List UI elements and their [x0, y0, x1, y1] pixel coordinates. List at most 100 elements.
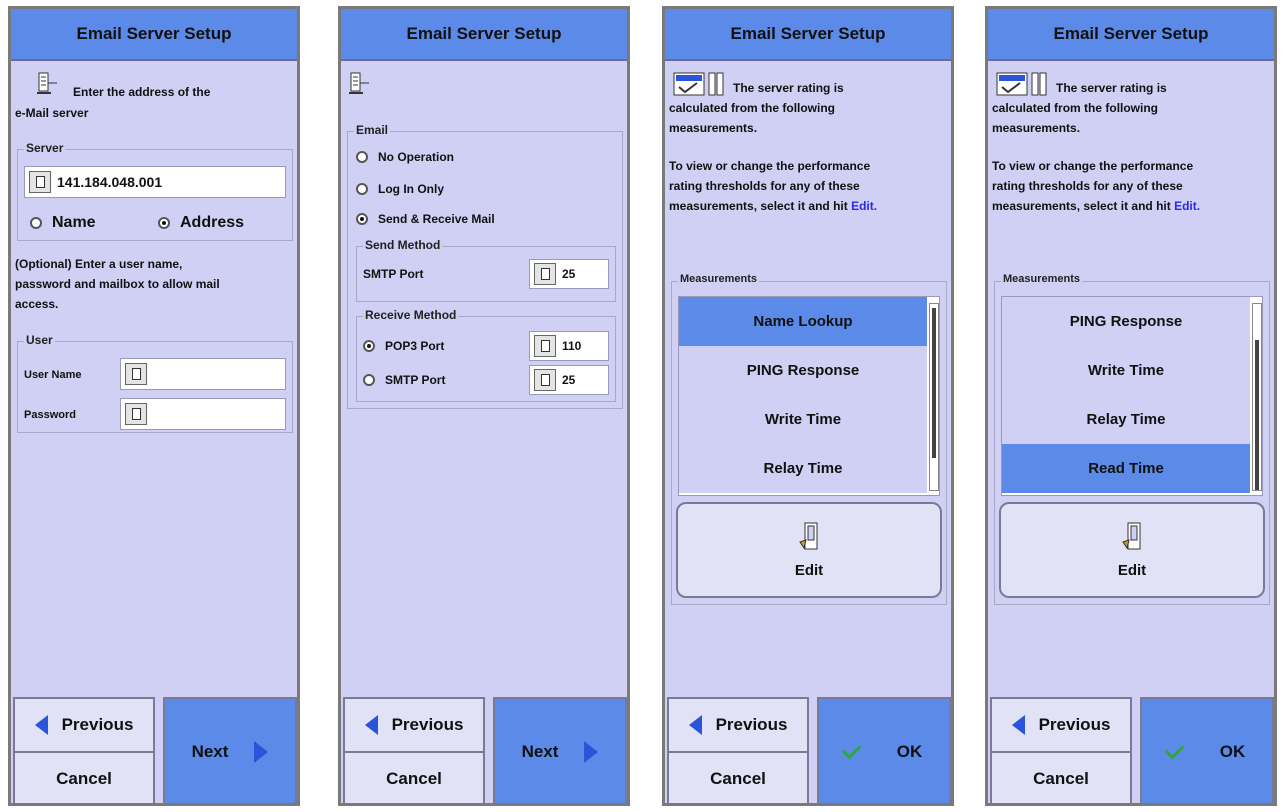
cancel-label: Cancel [710, 769, 766, 788]
receive-method-group: Receive Method POP3 Port 110 SMTP Port 2… [356, 308, 616, 402]
no-operation-label: No Operation [378, 150, 455, 164]
previous-button[interactable]: Previous [990, 697, 1132, 753]
measurements-panel-bottom: Email Server Setup The server rating is … [985, 6, 1277, 806]
rating-meter-icon [673, 72, 724, 96]
server-address-field[interactable]: 141.184.048.001 [24, 166, 286, 198]
measurements-group-label: Measurements [1001, 273, 1083, 285]
right-arrow-icon [584, 741, 599, 763]
next-button[interactable]: Next [493, 697, 627, 803]
ok-button[interactable]: OK [817, 697, 951, 803]
measurements-panel-top: Email Server Setup The server rating is … [662, 6, 954, 806]
receive-smtp-port-label: SMTP Port [385, 373, 446, 387]
keypad-icon[interactable] [125, 403, 147, 425]
radio-address-label: Address [180, 214, 245, 231]
edit-button[interactable]: Edit [676, 502, 942, 598]
measurements-group: Measurements PING Response Write Time Re… [994, 273, 1270, 605]
list-item[interactable]: Name Lookup [679, 297, 927, 346]
intro-text-2: calculated from the following [669, 101, 836, 115]
pop3-port-field[interactable]: 110 [529, 331, 609, 361]
keypad-icon[interactable] [29, 171, 51, 193]
receive-smtp-port-field[interactable]: 25 [529, 365, 609, 395]
edit-link: Edit. [851, 199, 878, 213]
radio-log-in-only[interactable]: Log In Only [356, 182, 444, 196]
radio-unchecked-icon [30, 217, 42, 229]
next-label: Next [191, 742, 229, 761]
list-item[interactable]: Write Time [1002, 346, 1250, 395]
list-item[interactable]: Relay Time [1002, 395, 1250, 444]
intro-text-2: e-Mail server [15, 106, 89, 120]
scrollbar-thumb[interactable] [1255, 340, 1259, 490]
scrollbar[interactable] [929, 303, 939, 491]
list-item[interactable]: PING Response [1002, 297, 1250, 346]
ok-label: OK [896, 742, 923, 761]
email-group: Email No Operation Log In Only Send & Re… [347, 123, 623, 409]
user-group: User User Name Password [17, 333, 293, 433]
measurements-group-label: Measurements [678, 273, 760, 285]
panel-title: Email Server Setup [665, 9, 951, 61]
pop3-port-value: 110 [562, 339, 582, 353]
measurements-list[interactable]: PING Response Write Time Relay Time Read… [1001, 296, 1263, 496]
scrollbar-thumb[interactable] [932, 308, 936, 458]
radio-send-receive[interactable]: Send & Receive Mail [356, 212, 495, 226]
radio-address[interactable]: Address [158, 214, 244, 232]
panel-title: Email Server Setup [11, 9, 297, 61]
list-item[interactable]: Write Time [679, 395, 927, 444]
keypad-icon[interactable] [125, 363, 147, 385]
view-text-1: To view or change the performance [669, 159, 871, 173]
keypad-icon[interactable] [534, 369, 556, 391]
view-text-3: measurements, select it and hit Edit. [669, 197, 877, 216]
next-button[interactable]: Next [163, 697, 297, 803]
password-field[interactable] [120, 398, 286, 430]
scrollbar[interactable] [1252, 303, 1262, 491]
receive-smtp-port-value: 25 [562, 373, 576, 387]
server-group: Server 141.184.048.001 Name Address [17, 141, 293, 241]
previous-button[interactable]: Previous [13, 697, 155, 753]
keypad-icon[interactable] [534, 263, 556, 285]
send-method-group: Send Method SMTP Port 25 [356, 238, 616, 302]
radio-no-operation[interactable]: No Operation [356, 150, 454, 164]
list-item[interactable]: Relay Time [679, 444, 927, 493]
keypad-icon[interactable] [534, 335, 556, 357]
checkmark-icon [841, 739, 862, 759]
view-text-3-main: measurements, select it and hit [669, 199, 848, 213]
left-arrow-icon [1011, 715, 1025, 735]
next-label: Next [521, 742, 559, 761]
edit-label: Edit [1117, 561, 1147, 579]
email-group-label: Email [354, 123, 391, 137]
ok-button[interactable]: OK [1140, 697, 1274, 803]
send-receive-label: Send & Receive Mail [378, 212, 495, 226]
edit-meter-icon [1122, 522, 1141, 549]
panel-title: Email Server Setup [341, 9, 627, 61]
radio-checked-icon [363, 340, 375, 352]
radio-unchecked-icon [363, 374, 375, 386]
right-arrow-icon [254, 741, 269, 763]
user-name-field[interactable] [120, 358, 286, 390]
radio-pop3-port[interactable]: POP3 Port [363, 339, 444, 353]
list-item[interactable]: Read Time [1002, 444, 1250, 493]
panel-title: Email Server Setup [988, 9, 1274, 61]
radio-checked-icon [356, 213, 368, 225]
previous-button[interactable]: Previous [667, 697, 809, 753]
previous-button[interactable]: Previous [343, 697, 485, 753]
server-address-value: 141.184.048.001 [57, 174, 163, 190]
cancel-button[interactable]: Cancel [13, 751, 155, 803]
cancel-button[interactable]: Cancel [667, 751, 809, 803]
radio-name[interactable]: Name [30, 214, 96, 232]
measurements-group: Measurements Name Lookup PING Response W… [671, 273, 947, 605]
radio-checked-icon [158, 217, 170, 229]
radio-receive-smtp-port[interactable]: SMTP Port [363, 373, 445, 387]
log-in-only-label: Log In Only [378, 182, 444, 196]
measurements-list[interactable]: Name Lookup PING Response Write Time Rel… [678, 296, 940, 496]
left-arrow-icon [34, 715, 48, 735]
email-method-panel: Email Server Setup Email No Operation Lo… [338, 6, 630, 806]
send-method-label: Send Method [363, 238, 443, 252]
smtp-port-field[interactable]: 25 [529, 259, 609, 289]
edit-button[interactable]: Edit [999, 502, 1265, 598]
radio-unchecked-icon [356, 183, 368, 195]
view-text-3-main: measurements, select it and hit [992, 199, 1171, 213]
list-item[interactable]: PING Response [679, 346, 927, 395]
cancel-button[interactable]: Cancel [343, 751, 485, 803]
previous-label: Previous [61, 715, 134, 734]
cancel-button[interactable]: Cancel [990, 751, 1132, 803]
optional-text-1: (Optional) Enter a user name, [15, 257, 183, 271]
